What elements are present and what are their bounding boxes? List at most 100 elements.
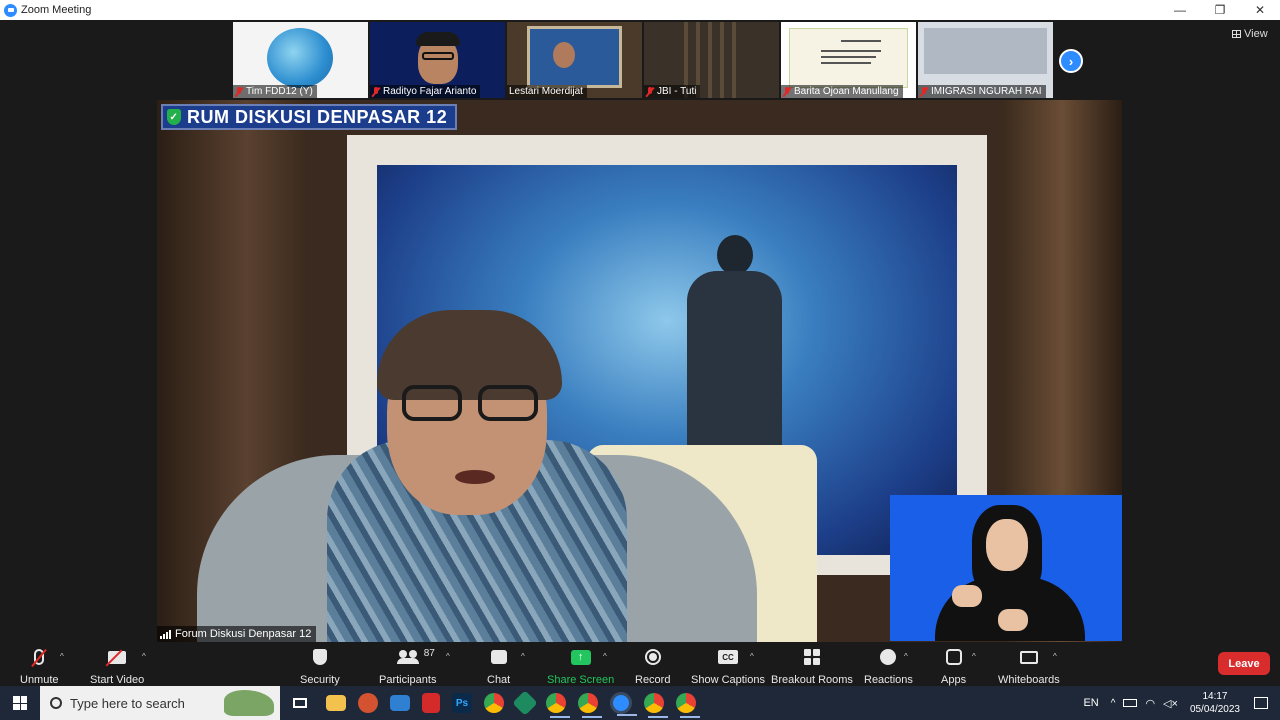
participant-hair [416,32,460,46]
clock-date: 05/04/2023 [1189,704,1240,715]
glasses-lens-left [402,385,462,421]
smiley-icon [880,649,897,665]
participants-count: 87 [423,648,435,659]
mic-muted-icon [34,649,45,665]
leave-button[interactable]: Leave [1218,652,1270,675]
closed-captions-icon: CC [718,650,738,664]
powerpoint-icon[interactable] [358,693,378,713]
interpreter-hand [952,585,982,607]
zoom-icon[interactable] [610,692,637,716]
restore-button[interactable]: ❐ [1200,0,1240,20]
speaker-name: Forum Diskusi Denpasar 12 [175,628,312,640]
chevron-up-icon[interactable]: ^ [521,652,525,661]
participant-thumbnail[interactable]: JBI - Tuti [644,22,779,98]
participant-name-tag: Lestari Moerdijat [507,85,587,98]
record-button[interactable]: Record [635,646,670,686]
share-screen-icon: ↑ [570,649,591,665]
apps-button[interactable]: Apps [941,646,966,686]
chrome-icon[interactable] [546,693,570,718]
file-explorer-icon[interactable] [326,695,346,711]
participant-thumbnail[interactable]: Lestari Moerdijat [507,22,642,98]
chevron-up-icon[interactable]: ^ [972,652,976,661]
participant-thumbnail[interactable]: Tim FDD12 (Y) [233,22,368,98]
participants-button[interactable]: 87 Participants [379,646,436,686]
apps-label: Apps [941,674,967,686]
start-button[interactable] [0,686,40,720]
wifi-icon[interactable]: ◠ [1145,697,1155,710]
signal-strength-icon [160,629,171,639]
chevron-up-icon[interactable]: ^ [603,652,607,661]
share-screen-label: Share Screen [547,674,615,686]
grid-view-icon [1232,30,1241,38]
taskbar-clock[interactable]: 14:17 05/04/2023 [1190,690,1240,716]
speaker-mouth [455,470,495,484]
battery-icon[interactable] [1123,699,1138,707]
photoshop-icon[interactable]: Ps [452,693,472,713]
glasses-lens-right [478,385,538,421]
participant-thumbnail[interactable]: Barita Ojoan Manullang [781,22,916,98]
taskbar-search-box[interactable]: Type here to search [40,686,280,720]
breakout-rooms-button[interactable]: Breakout Rooms [771,646,853,686]
system-tray: EN ^ ◠ ◁× 14:17 05/04/2023 [1083,686,1280,720]
participant-thumbnail[interactable]: Radityo Fajar Arianto [370,22,505,98]
start-video-button[interactable]: Start Video [90,646,144,686]
whiteboard-icon [1019,650,1038,664]
chevron-up-icon[interactable]: ^ [446,652,450,661]
windows-logo-icon [13,696,27,710]
chrome-icon[interactable] [676,693,700,718]
search-icon [50,697,62,709]
view-button[interactable]: View [1232,28,1268,40]
volume-muted-icon[interactable]: ◁× [1163,697,1178,710]
acrobat-icon[interactable] [422,693,440,713]
security-label: Security [300,674,340,686]
sign-language-interpreter-video[interactable] [890,495,1122,641]
task-view-icon[interactable] [286,692,314,714]
participant-name: Lestari Moerdijat [509,86,583,97]
participants-icon [396,650,419,664]
unmute-button[interactable]: Unmute [20,646,59,686]
chrome-icon[interactable] [644,693,668,718]
participant-name-tag: Barita Ojoan Manullang [781,85,903,98]
chevron-up-icon[interactable]: ^ [142,652,146,661]
participant-thumbnail-strip: Tim FDD12 (Y) Radityo Fajar Arianto Lest… [233,22,1053,98]
participant-name: Radityo Fajar Arianto [383,86,477,97]
chevron-right-icon: › [1068,53,1074,69]
participant-name-tag: Radityo Fajar Arianto [370,85,481,98]
speaker-person [197,265,757,642]
close-button[interactable]: ✕ [1240,0,1280,20]
slide-text-line [841,40,881,42]
record-label: Record [635,674,671,686]
mic-muted-icon [646,86,654,97]
chevron-up-icon[interactable]: ^ [1053,652,1057,661]
search-highlight-image [224,690,274,716]
chevron-up-icon[interactable]: ^ [1111,698,1116,709]
next-page-button[interactable]: › [1059,49,1083,73]
mail-icon[interactable] [390,695,410,711]
security-button[interactable]: Security [300,646,340,686]
speaker-name-tag: Forum Diskusi Denpasar 12 [157,626,317,642]
chevron-up-icon[interactable]: ^ [904,652,908,661]
meeting-area: Tim FDD12 (Y) Radityo Fajar Arianto Lest… [0,20,1280,642]
unmute-label: Unmute [20,674,59,686]
view-button-label: View [1244,28,1268,40]
chevron-up-icon[interactable]: ^ [750,652,754,661]
participant-name-tag: IMIGRASI NGURAH RAI [918,85,1046,98]
chrome-icon[interactable] [578,693,602,718]
meeting-controls-toolbar: Unmute ^ Start Video ^ Security 87 Parti… [0,642,1280,686]
participant-thumbnail[interactable]: IMIGRASI NGURAH RAI [918,22,1053,98]
participants-label: Participants [379,674,437,686]
minimize-button[interactable]: — [1160,0,1200,20]
chrome-icon[interactable] [484,693,504,713]
overlay-label-text: RUM DISKUSI DENPASAR 12 [187,106,448,127]
whiteboards-button[interactable]: Whiteboards [998,646,1060,686]
chat-label: Chat [487,674,511,686]
windows-taskbar: Type here to search Ps EN ^ ◠ ◁× 14:17 0… [0,686,1280,720]
interpreter-hand [998,609,1028,631]
notification-icon[interactable] [1254,697,1268,709]
chat-button[interactable]: Chat [487,646,510,686]
language-indicator[interactable]: EN [1083,697,1098,709]
active-speaker-video[interactable]: ✓ RUM DISKUSI DENPASAR 12 Forum Diskusi … [157,100,1122,642]
app-icon[interactable] [512,690,538,716]
zoom-app-icon [4,3,17,17]
chevron-up-icon[interactable]: ^ [60,652,64,661]
